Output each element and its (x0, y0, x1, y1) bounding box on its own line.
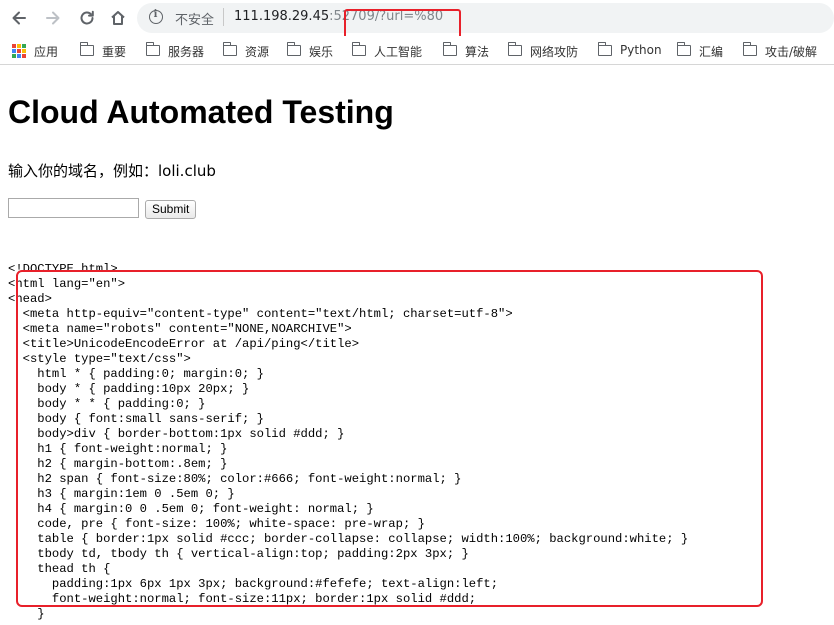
bookmark-label: 应用 (34, 45, 59, 59)
security-label[interactable]: 不安全 (175, 9, 214, 28)
bookmark-label: 服务器 (168, 45, 205, 59)
bookmark-label: Python (620, 43, 662, 57)
submit-button[interactable]: Submit (145, 200, 197, 219)
folder-icon (286, 42, 301, 56)
bookmarks-bar: 应用 重要 服务器 资源 娱乐 人工智能 算法 网络攻防 Python 汇编 攻… (0, 36, 834, 65)
folder-icon (351, 42, 366, 56)
bookmark-label: 娱乐 (309, 45, 334, 59)
browser-toolbar: 不安全 111.198.29.45:52709/?url=%80 (0, 0, 834, 40)
domain-input[interactable] (8, 198, 139, 218)
bookmark-label: 资源 (245, 45, 270, 59)
bookmark-label: 人工智能 (374, 45, 423, 59)
page-content: Cloud Automated Testing 输入你的域名，例如：loli.c… (0, 64, 834, 625)
bookmark-label: 攻击/破解 (765, 45, 818, 59)
folder-icon (222, 42, 237, 56)
reload-icon[interactable] (76, 7, 98, 29)
bookmark-label: 网络攻防 (530, 45, 579, 59)
folder-icon (145, 42, 160, 56)
bookmark-label: 汇编 (699, 45, 724, 59)
folder-icon (442, 42, 457, 56)
folder-icon (79, 42, 94, 56)
url-divider (223, 8, 224, 26)
folder-icon (597, 42, 612, 56)
folder-icon (742, 42, 757, 56)
info-icon[interactable] (149, 9, 163, 24)
home-icon[interactable] (107, 7, 129, 29)
back-arrow-icon[interactable] (8, 7, 30, 29)
address-bar[interactable]: 不安全 111.198.29.45:52709/?url=%80 (137, 3, 834, 33)
folder-icon (676, 42, 691, 56)
url-host: 111.198.29.45 (234, 9, 330, 24)
page-title: Cloud Automated Testing (8, 94, 394, 130)
domain-prompt: 输入你的域名，例如：loli.club (8, 162, 216, 180)
response-source: <!DOCTYPE html> <html lang="en"> <head> … (8, 262, 689, 621)
bookmark-label: 重要 (102, 45, 127, 59)
folder-icon (507, 42, 522, 56)
apps-icon (12, 44, 26, 58)
bookmark-label: 算法 (465, 45, 490, 59)
forward-arrow-icon[interactable] (42, 7, 64, 29)
